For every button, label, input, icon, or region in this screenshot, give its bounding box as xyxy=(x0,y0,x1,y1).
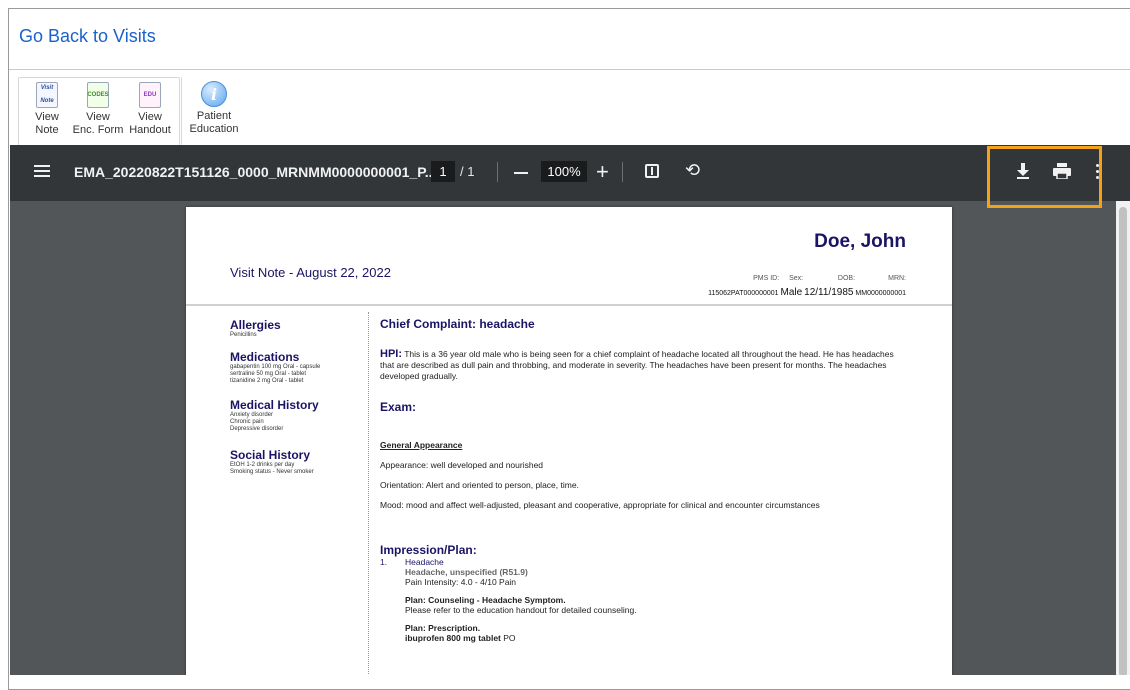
exam-line: Appearance: well developed and nourished xyxy=(380,460,544,470)
demographics-labels: PMS ID: Sex: DOB: MRN: xyxy=(734,275,906,282)
document-divider xyxy=(186,304,952,306)
medical-history-item: Anxiety disorder xyxy=(230,412,274,418)
pdf-toolbar: EMA_20220822T151126_0000_MRNMM0000000001… xyxy=(10,145,1130,208)
document-toolbar: Visit Note View Note CODES View Enc. For… xyxy=(9,70,1130,152)
social-history-item: EtOH 1-2 drinks per day xyxy=(230,462,295,468)
view-note-label-1: View xyxy=(35,111,59,123)
allergies-title: Allergies xyxy=(230,318,281,332)
plan-counseling-text: Please refer to the education handout fo… xyxy=(405,605,637,615)
dob-label: DOB: xyxy=(837,275,856,282)
allergy-item: Penicillins xyxy=(230,332,257,338)
patient-name: Doe, John xyxy=(814,231,906,252)
hpi-text: This is a 36 year old male who is being … xyxy=(380,349,894,381)
medical-history-title: Medical History xyxy=(230,398,319,412)
demographics-values: 115062PAT000000001 Male 12/11/1985 MM000… xyxy=(708,287,906,298)
go-back-to-visits-link[interactable]: Go Back to Visits xyxy=(19,26,156,47)
pdf-scrollbar[interactable] xyxy=(1116,201,1130,675)
view-handout-label-1: View xyxy=(138,111,162,123)
chief-complaint: Chief Complaint: headache xyxy=(380,317,535,331)
scrollbar-thumb[interactable] xyxy=(1119,207,1127,675)
toolbar-separator xyxy=(497,162,498,182)
rotate-icon[interactable]: ⟲ xyxy=(685,160,700,181)
plan-item: 1. Headache Headache, unspecified (R51.9)… xyxy=(380,557,910,643)
exam-line: Orientation: Alert and oriented to perso… xyxy=(380,480,579,490)
menu-icon[interactable] xyxy=(34,165,50,177)
toolbar-separator xyxy=(622,162,623,182)
plan-prescription-drug: ibuprofen 800 mg tablet xyxy=(405,633,501,643)
sex-value: Male xyxy=(780,287,803,298)
pdf-viewer: EMA_20220822T151126_0000_MRNMM0000000001… xyxy=(10,145,1130,675)
zoom-in-icon[interactable]: + xyxy=(596,159,609,185)
medication-item: sertraline 50 mg Oral - tablet xyxy=(230,371,307,377)
codes-icon: CODES xyxy=(87,82,109,108)
impression-plan-title: Impression/Plan: xyxy=(380,543,477,557)
handout-icon: EDU xyxy=(139,82,161,108)
download-print-highlight xyxy=(987,146,1102,208)
column-divider xyxy=(368,312,369,675)
patient-education-label-1: Patient xyxy=(196,110,232,122)
view-enc-form-button[interactable]: CODES View Enc. Form xyxy=(72,78,124,137)
zoom-level-input[interactable]: 100% xyxy=(541,161,587,182)
visit-note-icon: Visit Note xyxy=(36,82,58,108)
hpi-label: HPI: xyxy=(380,348,402,360)
hpi-paragraph: HPI: This is a 36 year old male who is b… xyxy=(380,349,910,382)
page-total: / 1 xyxy=(460,164,475,179)
plan-code: Headache, unspecified (R51.9) xyxy=(405,567,528,577)
page-number-input[interactable]: 1 xyxy=(431,161,455,182)
medications-title: Medications xyxy=(230,350,300,364)
patient-education-button[interactable]: i Patient Education xyxy=(188,77,240,136)
patient-summary-sidebar: Allergies Penicillins Medications gabape… xyxy=(230,319,355,476)
exam-line: Mood: mood and affect well-adjusted, ple… xyxy=(380,500,820,510)
note-body: Chief Complaint: headache HPI: This is a… xyxy=(380,317,910,643)
dob-value: 12/11/1985 xyxy=(804,287,854,298)
info-icon: i xyxy=(201,81,227,107)
education-group: i Patient Education xyxy=(181,77,248,145)
medical-history-item: Depressive disorder xyxy=(230,426,284,432)
view-buttons-group: Visit Note View Note CODES View Enc. For… xyxy=(18,77,180,147)
fit-page-icon[interactable] xyxy=(645,164,659,178)
pms-id-label: PMS ID: xyxy=(753,275,780,282)
patient-education-label-2: Education xyxy=(189,123,239,135)
plan-pain: Pain Intensity: 4.0 - 4/10 Pain xyxy=(405,577,517,587)
view-note-button[interactable]: Visit Note View Note xyxy=(21,78,73,137)
visit-title: Visit Note - August 22, 2022 xyxy=(230,265,391,280)
zoom-out-icon[interactable] xyxy=(514,172,528,174)
social-history-title: Social History xyxy=(230,448,311,462)
mrn-value: MM0000000001 xyxy=(855,290,906,297)
sex-label: Sex: xyxy=(789,275,804,282)
pdf-filename: EMA_20220822T151126_0000_MRNMM0000000001… xyxy=(74,164,437,180)
pdf-page: Doe, John Visit Note - August 22, 2022 P… xyxy=(186,207,952,675)
view-handout-button[interactable]: EDU View Handout xyxy=(124,78,176,137)
general-appearance-title: General Appearance xyxy=(380,440,463,450)
plan-counseling-title: Plan: Counseling - Headache Symptom. xyxy=(405,595,566,605)
medical-history-item: Chronic pain xyxy=(230,419,264,425)
view-enc-form-label-1: View xyxy=(86,111,110,123)
exam-title: Exam: xyxy=(380,400,417,414)
plan-number: 1. xyxy=(380,557,388,567)
plan-prescription-title: Plan: Prescription. xyxy=(405,623,481,633)
view-enc-form-label-2: Enc. Form xyxy=(72,124,124,136)
medication-item: tizanidine 2 mg Oral - tablet xyxy=(230,378,304,384)
social-history-item: Smoking status - Never smoker xyxy=(230,469,314,475)
medication-item: gabapentin 100 mg Oral - capsule xyxy=(230,364,321,370)
plan-prescription-route: PO xyxy=(500,633,516,643)
mrn-label: MRN: xyxy=(888,275,906,282)
plan-diagnosis: Headache xyxy=(405,557,444,567)
view-handout-label-2: Handout xyxy=(129,124,171,136)
pms-id-value: 115062PAT000000001 xyxy=(708,290,779,297)
view-note-label-2: Note xyxy=(35,124,59,136)
